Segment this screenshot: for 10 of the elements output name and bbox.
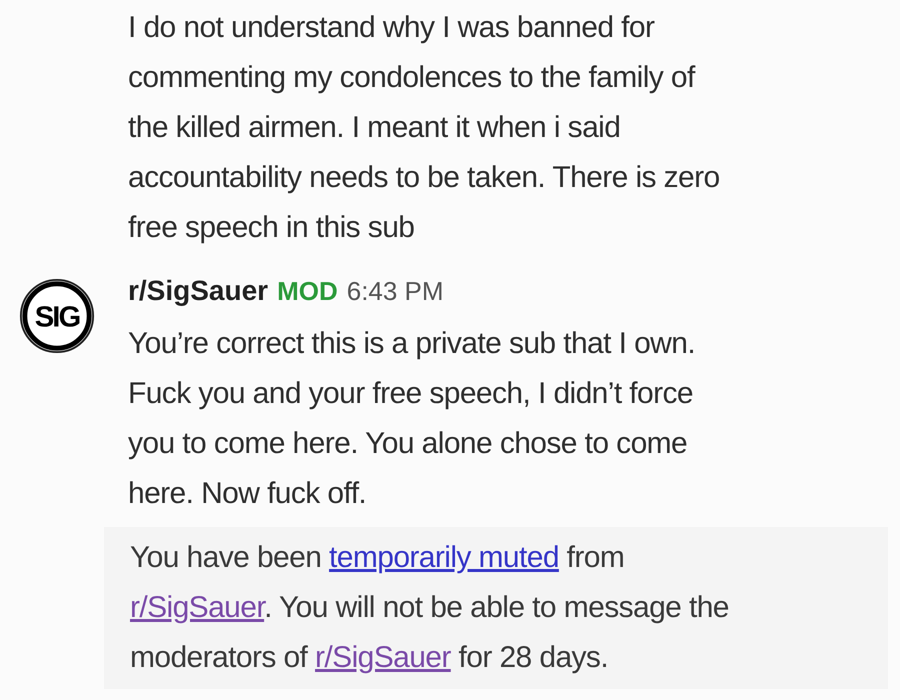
message-text: I do not understand why I was banned for commenting my condolences to the family of the killed airmen. I meant it when i said accountability needs to be taken. There is zero free speech in this sub (127, 10, 721, 246)
notice-link[interactable]: r/SigSauer (315, 641, 451, 674)
notice-link[interactable]: temporarily muted (329, 541, 559, 574)
avatar-logo: SIG (18, 277, 96, 355)
author-name[interactable]: r/SigSauer (128, 275, 268, 307)
mute-notice: You have been temporarily muted from r/SigSauer. You will not be able to message the moderators of r/SigSauer for 28 days. (104, 527, 888, 689)
message-text: You’re correct this is a private sub that I own. Fuck you and your free speech, I didn’t force you to come here. You alone chose to come here. Now fuck off. (128, 326, 696, 512)
message-time: 6:43 PM (346, 276, 444, 307)
notice-link[interactable]: r/SigSauer (130, 591, 264, 624)
mod-label: MOD (277, 276, 338, 307)
